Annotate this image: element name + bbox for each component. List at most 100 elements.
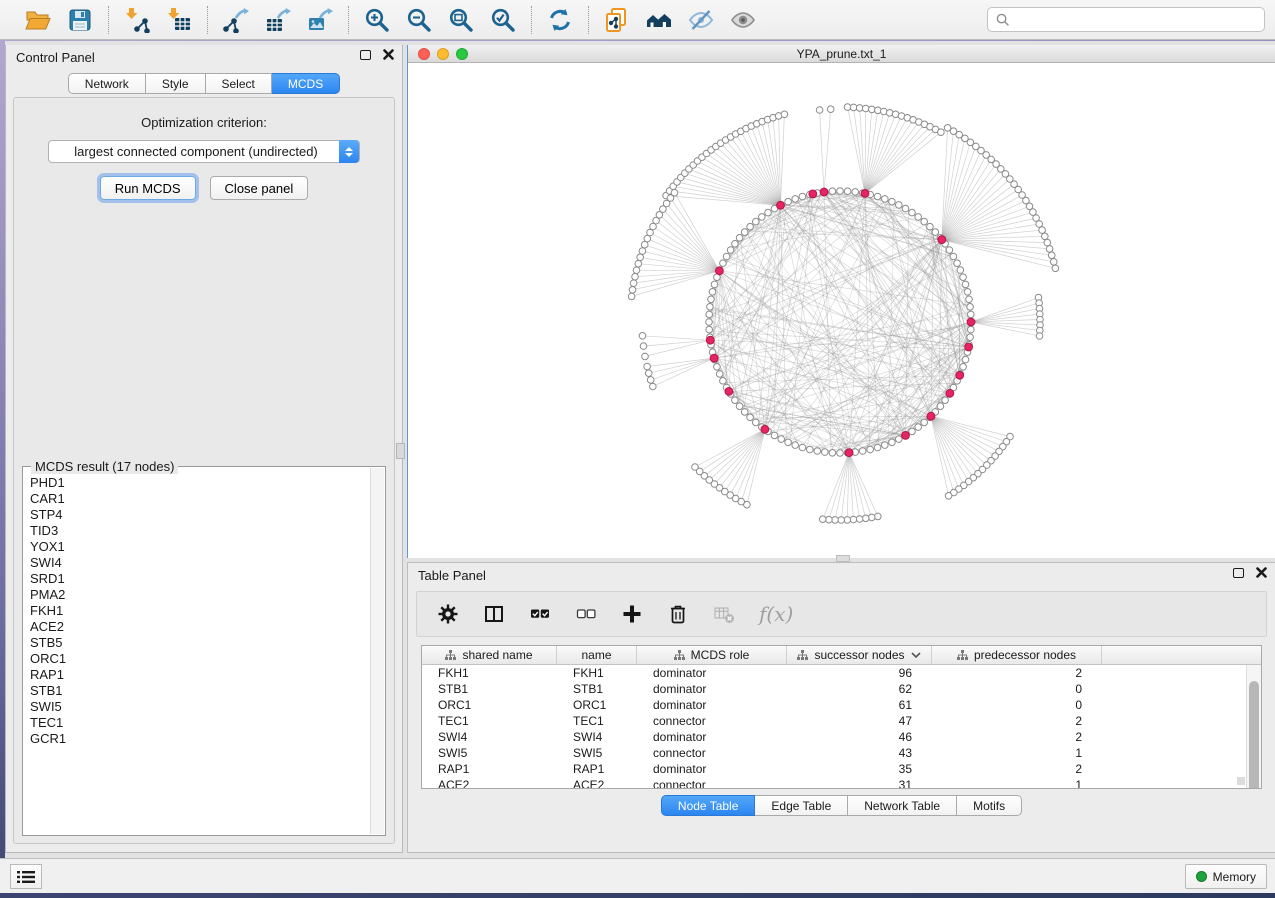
- network-hub-node[interactable]: [967, 318, 975, 326]
- network-node[interactable]: [942, 397, 949, 404]
- mcds-result-node[interactable]: SWI4: [24, 555, 369, 571]
- select-all-button[interactable]: [529, 603, 551, 625]
- network-node[interactable]: [844, 188, 851, 195]
- network-node[interactable]: [1044, 239, 1051, 246]
- column-header-successor-nodes[interactable]: successor nodes: [787, 646, 932, 664]
- horizontal-splitter-handle[interactable]: [836, 555, 850, 562]
- show-all-button[interactable]: [729, 6, 757, 34]
- network-node[interactable]: [714, 364, 721, 371]
- network-node[interactable]: [859, 448, 866, 455]
- network-node[interactable]: [915, 214, 922, 221]
- network-node[interactable]: [945, 493, 952, 500]
- network-hub-node[interactable]: [938, 236, 946, 244]
- network-node[interactable]: [771, 432, 778, 439]
- export-network-button[interactable]: [222, 6, 250, 34]
- network-node[interactable]: [1046, 246, 1053, 253]
- network-node[interactable]: [792, 442, 799, 449]
- network-graph[interactable]: [408, 63, 1275, 558]
- network-node[interactable]: [960, 274, 967, 281]
- delete-row-button[interactable]: [667, 603, 689, 625]
- table-scrollbar-thumb[interactable]: [1249, 681, 1259, 789]
- mcds-result-node[interactable]: FKH1: [24, 603, 369, 619]
- network-node[interactable]: [902, 205, 909, 212]
- mcds-result-node[interactable]: TID3: [24, 523, 369, 539]
- network-node[interactable]: [909, 428, 916, 435]
- network-node[interactable]: [960, 364, 967, 371]
- network-node[interactable]: [639, 248, 646, 255]
- network-hub-node[interactable]: [956, 371, 964, 379]
- network-node[interactable]: [829, 450, 836, 457]
- network-node[interactable]: [642, 353, 649, 360]
- zoom-fit-button[interactable]: [447, 6, 475, 34]
- network-node[interactable]: [954, 260, 961, 267]
- network-node[interactable]: [799, 444, 806, 451]
- network-node[interactable]: [711, 281, 718, 288]
- network-hub-node[interactable]: [710, 354, 718, 362]
- first-neighbors-button[interactable]: [645, 6, 673, 34]
- network-hub-node[interactable]: [761, 425, 769, 433]
- tab-style[interactable]: Style: [146, 73, 206, 94]
- network-node[interactable]: [641, 241, 648, 248]
- network-node[interactable]: [720, 378, 727, 385]
- network-node[interactable]: [967, 334, 974, 341]
- network-node[interactable]: [716, 371, 723, 378]
- network-node[interactable]: [650, 383, 657, 390]
- add-row-button[interactable]: [621, 603, 643, 625]
- mcds-result-node[interactable]: PMA2: [24, 587, 369, 603]
- network-node[interactable]: [747, 223, 754, 230]
- network-node[interactable]: [950, 253, 957, 260]
- network-node[interactable]: [720, 260, 727, 267]
- network-node[interactable]: [778, 436, 785, 443]
- network-hub-node[interactable]: [820, 188, 828, 196]
- network-node[interactable]: [759, 214, 766, 221]
- network-node[interactable]: [827, 106, 834, 113]
- network-node[interactable]: [1036, 333, 1043, 340]
- open-file-button[interactable]: [24, 6, 52, 34]
- network-node[interactable]: [753, 419, 760, 426]
- refresh-layout-button[interactable]: [546, 6, 574, 34]
- table-scrollbar[interactable]: [1246, 665, 1261, 788]
- network-node[interactable]: [753, 218, 760, 225]
- network-node[interactable]: [862, 105, 869, 112]
- network-node[interactable]: [706, 319, 713, 326]
- network-node[interactable]: [850, 516, 857, 523]
- save-session-button[interactable]: [66, 6, 94, 34]
- network-node[interactable]: [882, 196, 889, 203]
- network-node[interactable]: [629, 287, 636, 294]
- network-hub-node[interactable]: [902, 432, 910, 440]
- network-node[interactable]: [637, 254, 644, 261]
- column-header-name[interactable]: name: [557, 646, 637, 664]
- network-node[interactable]: [1052, 265, 1059, 272]
- network-node[interactable]: [747, 414, 754, 421]
- mcds-result-node[interactable]: STB1: [24, 683, 369, 699]
- network-node[interactable]: [837, 188, 844, 195]
- network-hub-node[interactable]: [965, 343, 973, 351]
- network-hub-node[interactable]: [927, 412, 935, 420]
- network-node[interactable]: [781, 111, 788, 118]
- network-node[interactable]: [807, 446, 814, 453]
- column-header-MCDS-role[interactable]: MCDS role: [637, 646, 787, 664]
- network-node[interactable]: [862, 515, 869, 522]
- mcds-result-node[interactable]: ACE2: [24, 619, 369, 635]
- network-node[interactable]: [709, 289, 716, 296]
- table-row[interactable]: ORC1ORC1dominator610: [422, 697, 1261, 713]
- network-node[interactable]: [1039, 227, 1046, 234]
- tab-motifs[interactable]: Motifs: [957, 795, 1022, 816]
- network-node[interactable]: [964, 289, 971, 296]
- deselect-all-button[interactable]: [575, 603, 597, 625]
- network-node[interactable]: [630, 280, 637, 287]
- mcds-result-node[interactable]: RAP1: [24, 667, 369, 683]
- run-mcds-button[interactable]: Run MCDS: [100, 176, 196, 200]
- network-node[interactable]: [792, 196, 799, 203]
- network-node[interactable]: [706, 326, 713, 333]
- network-node[interactable]: [875, 107, 882, 114]
- network-node[interactable]: [826, 516, 833, 523]
- table-row[interactable]: RAP1RAP1dominator352: [422, 761, 1261, 777]
- network-node[interactable]: [874, 444, 881, 451]
- search-box[interactable]: [987, 7, 1265, 32]
- memory-button[interactable]: Memory: [1185, 864, 1267, 889]
- network-node[interactable]: [708, 296, 715, 303]
- network-node[interactable]: [856, 516, 863, 523]
- network-node[interactable]: [927, 223, 934, 230]
- network-node[interactable]: [727, 247, 734, 254]
